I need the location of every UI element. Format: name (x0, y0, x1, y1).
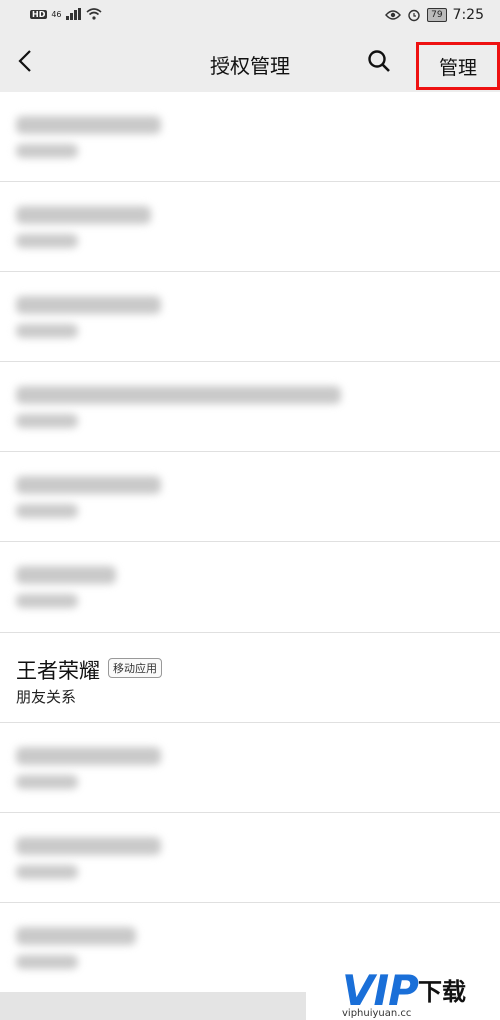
blurred-subtitle (16, 234, 78, 248)
blurred-subtitle (16, 504, 78, 518)
permission-label: 朋友关系 (16, 688, 77, 706)
blurred-subtitle (16, 955, 78, 969)
blurred-title (16, 476, 161, 494)
status-bar: HD 46 79 7:25 (0, 0, 500, 32)
blurred-title (16, 296, 161, 314)
list-item-honor-of-kings[interactable]: 王者荣耀 移动应用 朋友关系 (0, 633, 500, 723)
blurred-subtitle (16, 775, 78, 789)
blurred-title (16, 747, 161, 765)
list-item[interactable] (0, 272, 500, 362)
blurred-title (16, 386, 341, 404)
list-item[interactable] (0, 723, 500, 813)
wifi-icon (86, 8, 102, 20)
blurred-subtitle (16, 594, 78, 608)
blurred-subtitle (16, 144, 78, 158)
list-item[interactable] (0, 362, 500, 452)
blurred-subtitle (16, 865, 78, 879)
signal-icon (65, 8, 81, 20)
app-name: 王者荣耀 (16, 659, 100, 683)
eye-icon (385, 10, 402, 20)
search-icon[interactable] (366, 48, 392, 74)
list-item[interactable] (0, 542, 500, 633)
hd-indicator: HD (30, 9, 48, 19)
blurred-subtitle (16, 324, 78, 338)
list-item[interactable] (0, 182, 500, 272)
app-type-badge: 移动应用 (108, 658, 162, 678)
manage-label: 管理 (438, 56, 477, 79)
blurred-subtitle (16, 414, 78, 428)
blurred-title (16, 837, 161, 855)
back-icon[interactable] (14, 48, 38, 74)
clock: 7:25 (452, 7, 484, 23)
alarm-icon (408, 9, 420, 22)
list-item[interactable] (0, 92, 500, 182)
watermark-text: 下载 (418, 978, 466, 1006)
authorization-list: 王者荣耀 移动应用 朋友关系 (0, 92, 500, 992)
watermark: VIP 下载 viphuiyuan.cc (306, 962, 500, 1020)
blurred-title (16, 566, 116, 584)
watermark-url: viphuiyuan.cc (342, 1008, 412, 1019)
blurred-title (16, 927, 136, 945)
list-item[interactable] (0, 452, 500, 542)
battery-icon: 79 (427, 8, 447, 22)
blurred-title (16, 206, 151, 224)
list-item[interactable] (0, 813, 500, 903)
manage-button[interactable]: 管理 (416, 42, 500, 90)
network-type: 46 (51, 9, 62, 19)
nav-bar: 授权管理 管理 (0, 32, 500, 92)
blurred-title (16, 116, 161, 134)
